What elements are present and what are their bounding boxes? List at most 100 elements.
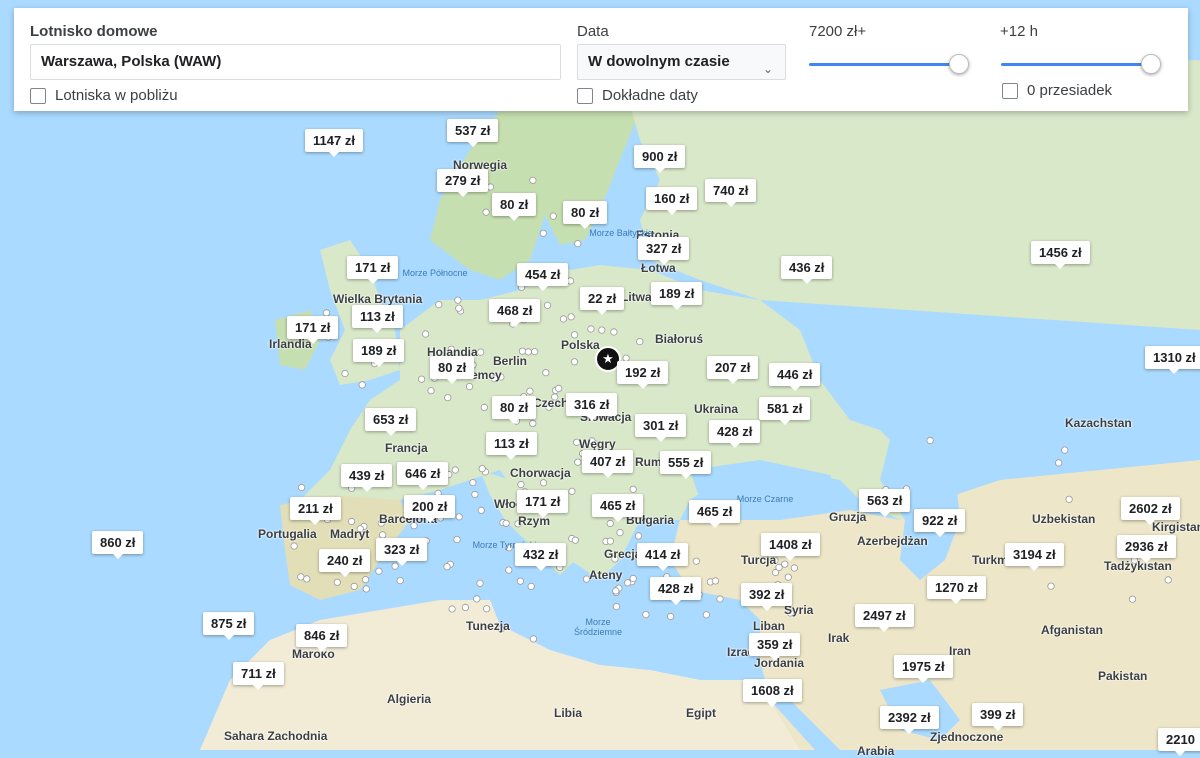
- price-slider[interactable]: [809, 54, 969, 74]
- airport-dot[interactable]: [606, 537, 614, 545]
- price-marker[interactable]: 446 zł: [769, 363, 821, 391]
- price-marker[interactable]: 80 zł: [492, 193, 537, 221]
- price-marker[interactable]: 922 zł: [914, 509, 966, 537]
- airport-dot[interactable]: [571, 536, 580, 544]
- airport-dot[interactable]: [502, 519, 510, 527]
- airport-dot[interactable]: [427, 387, 435, 395]
- airport-dot[interactable]: [421, 330, 430, 338]
- airport-dot[interactable]: [517, 480, 525, 489]
- price-marker[interactable]: 80 zł: [563, 201, 608, 229]
- price-marker[interactable]: 860 zł: [92, 531, 144, 559]
- airport-dot[interactable]: [451, 466, 459, 474]
- airport-dot[interactable]: [587, 325, 595, 333]
- airport-dot[interactable]: [361, 576, 370, 584]
- airport-dot[interactable]: [290, 542, 298, 550]
- airport-dot[interactable]: [542, 369, 550, 377]
- price-marker[interactable]: 192 zł: [617, 361, 669, 389]
- airport-dot[interactable]: [612, 587, 620, 595]
- price-marker[interactable]: 2936 zł: [1117, 535, 1176, 563]
- price-marker[interactable]: 2497 zł: [855, 604, 914, 632]
- price-marker[interactable]: 468 zł: [489, 299, 541, 327]
- airport-dot[interactable]: [375, 567, 383, 575]
- airport-dot[interactable]: [1065, 495, 1073, 503]
- nearby-airports-checkbox[interactable]: [30, 88, 46, 104]
- airport-dot[interactable]: [716, 595, 724, 603]
- airport-dot[interactable]: [297, 573, 305, 581]
- airport-dot[interactable]: [333, 578, 341, 586]
- price-marker[interactable]: 428 zł: [709, 420, 761, 448]
- price-marker[interactable]: 359 zł: [749, 633, 801, 661]
- price-marker[interactable]: 171 zł: [287, 316, 339, 344]
- price-marker[interactable]: 327 zł: [638, 237, 690, 265]
- airport-dot[interactable]: [396, 576, 404, 585]
- price-marker[interactable]: 392 zł: [741, 583, 793, 611]
- price-marker[interactable]: 207 zł: [707, 356, 759, 384]
- airport-dot[interactable]: [784, 573, 792, 581]
- price-marker[interactable]: 1456 zł: [1031, 241, 1090, 269]
- airport-dot[interactable]: [539, 479, 548, 487]
- airport-dot[interactable]: [598, 326, 606, 334]
- airport-dot[interactable]: [539, 229, 547, 237]
- price-marker[interactable]: 581 zł: [759, 397, 811, 425]
- price-marker[interactable]: 2210: [1158, 728, 1200, 756]
- price-marker[interactable]: 1310 zł: [1145, 346, 1200, 374]
- airport-dot[interactable]: [477, 348, 485, 356]
- date-select[interactable]: W dowolnym czasie ⌄: [577, 44, 786, 80]
- airport-dot[interactable]: [567, 313, 575, 321]
- airport-dot[interactable]: [543, 301, 552, 309]
- airport-dot[interactable]: [612, 602, 621, 611]
- airport-dot[interactable]: [417, 375, 426, 383]
- price-marker[interactable]: 465 zł: [592, 494, 644, 522]
- airport-dot[interactable]: [790, 564, 799, 572]
- airport-dot[interactable]: [623, 579, 632, 587]
- price-marker[interactable]: 160 zł: [646, 187, 698, 215]
- price-marker[interactable]: 711 zł: [233, 662, 284, 690]
- price-marker[interactable]: 900 zł: [634, 145, 686, 173]
- airport-dot[interactable]: [629, 485, 637, 493]
- price-marker[interactable]: 2392 zł: [880, 706, 939, 734]
- price-marker[interactable]: 22 zł: [580, 287, 625, 315]
- airport-dot[interactable]: [453, 535, 461, 544]
- duration-slider[interactable]: [1001, 54, 1161, 74]
- airport-dot[interactable]: [616, 528, 624, 537]
- price-marker[interactable]: 2602 zł: [1121, 497, 1180, 525]
- price-marker[interactable]: 1608 zł: [743, 679, 802, 707]
- airport-dot[interactable]: [443, 563, 451, 571]
- price-marker[interactable]: 80 zł: [430, 356, 475, 384]
- airport-dot[interactable]: [297, 483, 306, 492]
- price-marker[interactable]: 439 zł: [341, 464, 393, 492]
- airport-dot[interactable]: [529, 419, 537, 427]
- price-marker[interactable]: 740 zł: [705, 179, 757, 207]
- price-marker[interactable]: 846 zł: [296, 624, 348, 652]
- airport-dot[interactable]: [1047, 582, 1055, 590]
- airport-dot[interactable]: [1164, 576, 1172, 584]
- airport-dot[interactable]: [461, 603, 469, 612]
- price-marker[interactable]: 875 zł: [203, 612, 255, 640]
- airport-dot[interactable]: [303, 575, 311, 583]
- airport-dot[interactable]: [455, 513, 463, 521]
- price-marker[interactable]: 465 zł: [689, 500, 741, 528]
- price-marker[interactable]: 414 zł: [637, 543, 689, 571]
- price-marker[interactable]: 211 zł: [290, 497, 341, 525]
- airport-dot[interactable]: [1061, 446, 1069, 454]
- airport-dot[interactable]: [476, 579, 484, 587]
- price-marker[interactable]: 653 zł: [365, 408, 417, 436]
- price-marker[interactable]: 563 zł: [859, 489, 911, 517]
- airport-dot[interactable]: [531, 348, 539, 356]
- price-marker[interactable]: 1975 zł: [894, 655, 953, 683]
- price-marker[interactable]: 1147 zł: [305, 129, 363, 157]
- nonstop-checkbox[interactable]: [1002, 83, 1018, 99]
- price-marker[interactable]: 3194 zł: [1005, 543, 1064, 571]
- price-marker[interactable]: 436 zł: [781, 256, 833, 284]
- airport-dot[interactable]: [516, 577, 525, 585]
- price-marker[interactable]: 407 zł: [582, 450, 634, 478]
- airport-dot[interactable]: [473, 595, 481, 603]
- airport-dot[interactable]: [362, 585, 370, 593]
- airport-dot[interactable]: [482, 605, 491, 613]
- airport-dot[interactable]: [435, 300, 443, 309]
- price-marker[interactable]: 1408 zł: [761, 533, 820, 561]
- airport-dot[interactable]: [444, 394, 452, 402]
- airport-dot[interactable]: [350, 582, 358, 591]
- airport-dot[interactable]: [692, 557, 700, 565]
- airport-dot[interactable]: [471, 490, 479, 499]
